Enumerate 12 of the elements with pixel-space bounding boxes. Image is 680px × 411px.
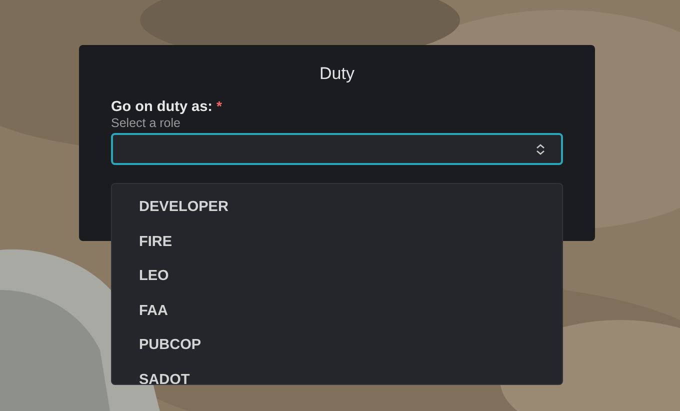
field-label: Go on duty as: <box>111 99 212 115</box>
chevron-updown-icon <box>536 144 545 154</box>
dropdown-option[interactable]: SADOT <box>112 362 562 384</box>
dropdown-option[interactable]: PUBCOP <box>112 328 562 363</box>
role-select[interactable] <box>111 133 563 165</box>
dropdown-option[interactable]: DEVELOPER <box>112 190 562 225</box>
dropdown-option[interactable]: LEO <box>112 259 562 294</box>
field-hint: Select a role <box>111 116 182 130</box>
required-mark: * <box>216 98 222 114</box>
dropdown-option[interactable]: FAA <box>112 294 562 328</box>
dropdown-option[interactable]: FIRE <box>112 224 562 260</box>
dialog-title: Duty <box>318 64 356 84</box>
